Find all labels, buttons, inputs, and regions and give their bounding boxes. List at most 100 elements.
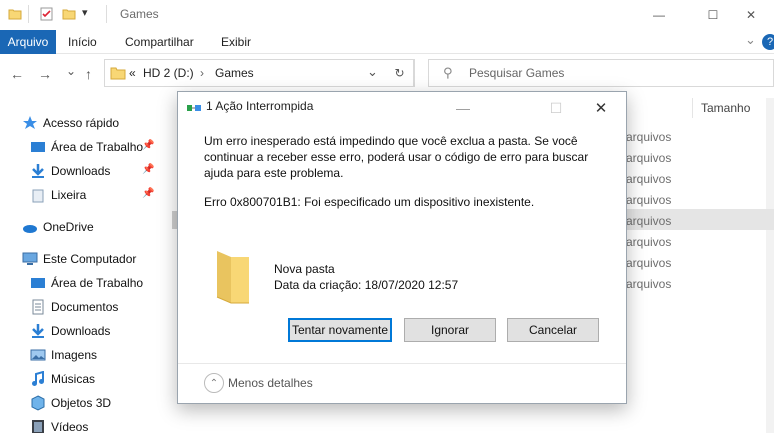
pin-icon[interactable]: 📌 xyxy=(142,140,154,151)
cloud-icon xyxy=(22,219,38,235)
file-creation-date: Data da criação: 18/07/2020 12:57 xyxy=(274,278,459,292)
desktop-icon xyxy=(30,139,46,155)
file-type-cell[interactable]: arquivos xyxy=(626,214,671,228)
nav-label: Área de Trabalho xyxy=(51,140,144,154)
nav-label: Músicas xyxy=(51,372,96,386)
breadcrumb-drive[interactable]: HD 2 (D:) xyxy=(143,66,194,80)
file-type-cell[interactable]: arquivos xyxy=(626,130,671,144)
close-icon: ✕ xyxy=(745,8,757,22)
tab-arquivo[interactable]: Arquivo xyxy=(0,30,56,54)
tab-compartilhar[interactable]: Compartilhar xyxy=(117,30,202,54)
file-type-cell[interactable]: arquivos xyxy=(626,151,671,165)
cube-icon xyxy=(30,395,46,411)
breadcrumb-separator[interactable]: › xyxy=(200,66,204,80)
nav-label: Área de Trabalho xyxy=(51,276,144,290)
nav-pc-pictures[interactable]: Imagens xyxy=(30,344,97,366)
toolbar-divider xyxy=(106,5,107,23)
navigation-pane: Acesso rápido Área de Trabalho 📌 Downloa… xyxy=(0,94,172,433)
music-icon xyxy=(30,370,46,387)
nav-pc-music[interactable]: Músicas xyxy=(30,368,95,390)
error-message: Um erro inesperado está impedindo que vo… xyxy=(204,134,589,180)
tab-exibir[interactable]: Exibir xyxy=(213,30,259,54)
toolbar-divider xyxy=(28,5,29,23)
expand-ribbon-icon[interactable]: ⌄ xyxy=(745,32,756,48)
search-input[interactable]: ⚲ Pesquisar Games xyxy=(428,59,774,87)
refresh-icon: ↻ xyxy=(394,66,405,80)
nav-label: Objetos 3D xyxy=(51,396,112,410)
film-icon xyxy=(30,419,46,433)
nav-quick-downloads[interactable]: Downloads xyxy=(30,160,110,182)
recent-locations-icon[interactable]: ⌄ xyxy=(66,64,76,78)
ribbon: Arquivo Início Compartilhar Exibir ⌄ ? xyxy=(0,30,774,54)
nav-pc-documents[interactable]: Documentos xyxy=(30,296,118,318)
nav-label: Lixeira xyxy=(51,188,87,202)
nav-pc-desktop[interactable]: Área de Trabalho xyxy=(30,272,143,294)
ignore-button[interactable]: Ignorar xyxy=(404,318,496,342)
pin-icon[interactable]: 📌 xyxy=(142,164,154,175)
nav-label: Documentos xyxy=(51,300,119,314)
nav-label: OneDrive xyxy=(43,220,94,234)
file-type-cell[interactable]: arquivos xyxy=(626,277,671,291)
window-title: Games xyxy=(120,7,159,21)
nav-quick-desktop[interactable]: Área de Trabalho xyxy=(30,136,143,158)
computer-icon xyxy=(22,251,38,267)
nav-this-pc[interactable]: Este Computador xyxy=(22,248,136,270)
breadcrumb-overflow[interactable]: « xyxy=(129,66,136,80)
nav-pc-3d-objects[interactable]: Objetos 3D xyxy=(30,392,111,414)
vertical-scrollbar[interactable] xyxy=(766,98,774,433)
file-type-cell[interactable]: arquivos xyxy=(626,193,671,207)
fewer-details-toggle[interactable]: Menos detalhes xyxy=(228,376,313,390)
dialog-minimize-button[interactable]: — xyxy=(440,94,486,122)
star-icon xyxy=(22,115,38,131)
nav-onedrive[interactable]: OneDrive xyxy=(22,216,94,238)
maximize-icon: ☐ xyxy=(549,99,563,116)
customize-toolbar-dropdown-icon[interactable]: ▾ xyxy=(82,6,88,19)
help-icon[interactable]: ? xyxy=(762,34,774,50)
maximize-icon: ☐ xyxy=(707,8,719,22)
nav-label: Vídeos xyxy=(51,420,89,433)
back-icon[interactable]: ← xyxy=(10,66,24,82)
file-type-cell[interactable]: arquivos xyxy=(626,256,671,270)
minimize-icon: — xyxy=(653,8,665,22)
nav-pc-videos[interactable]: Vídeos xyxy=(30,416,88,433)
file-type-cell[interactable]: arquivos xyxy=(626,235,671,249)
pictures-icon xyxy=(30,347,46,363)
desktop-icon xyxy=(30,275,46,291)
properties-icon[interactable] xyxy=(40,7,54,24)
retry-button[interactable]: Tentar novamente xyxy=(288,318,392,342)
window-title-bar: ▾ Games — ☐ ✕ xyxy=(0,0,774,30)
up-icon[interactable]: ↑ xyxy=(85,66,92,82)
minimize-button[interactable]: — xyxy=(636,0,682,30)
dialog-maximize-button: ☐ xyxy=(533,94,579,122)
error-code: Erro 0x800701B1: Foi especificado um dis… xyxy=(204,195,535,209)
minimize-icon: — xyxy=(456,100,470,116)
refresh-button[interactable]: ↻ xyxy=(385,59,415,87)
recycle-bin-icon xyxy=(30,187,46,203)
new-folder-icon[interactable] xyxy=(62,7,76,24)
search-placeholder: Pesquisar Games xyxy=(469,66,565,80)
interrupted-action-dialog: 1 Ação Interrompida — ☐ ✕ Um erro inespe… xyxy=(177,91,627,404)
tab-inicio[interactable]: Início xyxy=(60,30,105,54)
folder-icon xyxy=(214,247,252,305)
nav-label: Imagens xyxy=(51,348,98,362)
pin-icon[interactable]: 📌 xyxy=(142,188,154,199)
dialog-close-button[interactable]: ✕ xyxy=(578,94,624,122)
nav-label: Downloads xyxy=(51,324,111,338)
column-header-size[interactable]: Tamanho xyxy=(692,98,774,118)
nav-quick-recycle-bin[interactable]: Lixeira xyxy=(30,184,86,206)
cancel-button[interactable]: Cancelar xyxy=(507,318,599,342)
chevron-up-icon[interactable]: ⌃ xyxy=(204,373,224,393)
nav-label: Downloads xyxy=(51,164,111,178)
folder-icon[interactable] xyxy=(8,7,22,24)
close-icon: ✕ xyxy=(594,100,608,117)
nav-quick-access[interactable]: Acesso rápido xyxy=(22,112,119,134)
transfer-icon xyxy=(187,102,201,112)
breadcrumb-folder[interactable]: Games xyxy=(215,66,254,80)
address-bar[interactable]: « HD 2 (D:) › Games ⌄ xyxy=(104,59,414,87)
dialog-footer: ⌃ Menos detalhes xyxy=(178,363,626,403)
address-dropdown-icon[interactable]: ⌄ xyxy=(367,64,378,80)
file-type-cell[interactable]: arquivos xyxy=(626,172,671,186)
nav-pc-downloads[interactable]: Downloads xyxy=(30,320,110,342)
close-button[interactable]: ✕ xyxy=(728,0,774,30)
forward-icon[interactable]: → xyxy=(38,66,52,82)
